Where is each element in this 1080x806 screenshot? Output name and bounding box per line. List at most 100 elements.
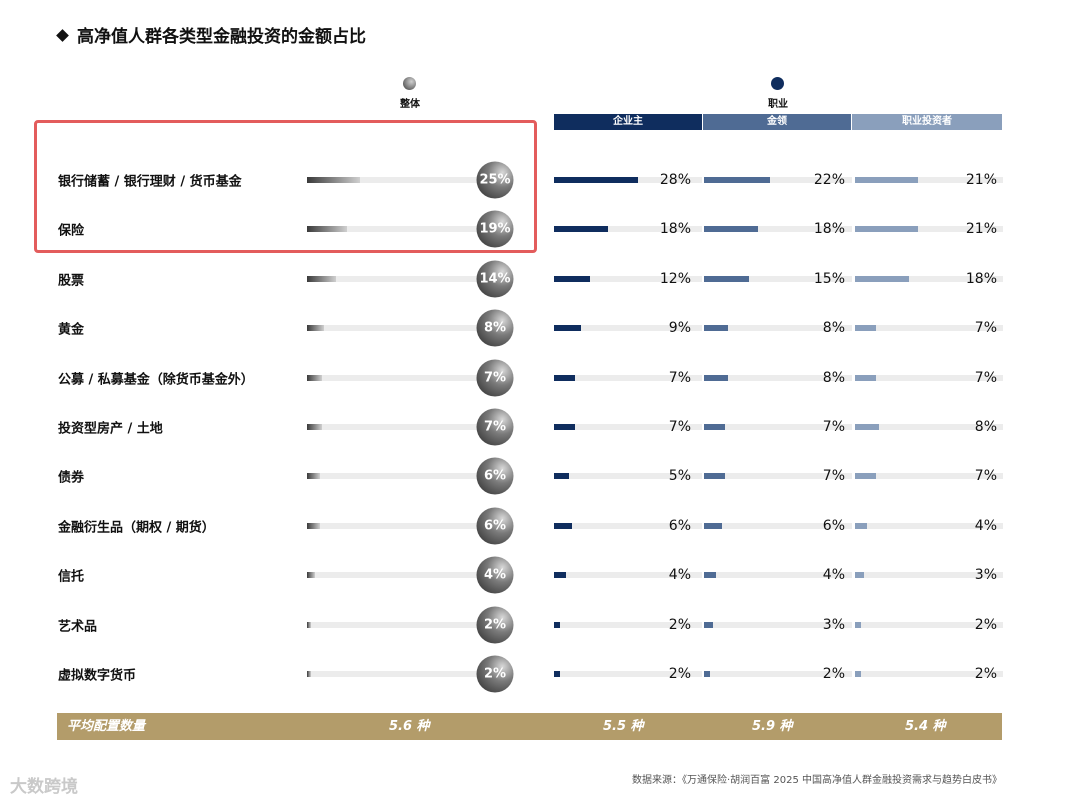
entrepreneur-bar (554, 671, 560, 677)
white-collar-bar (704, 374, 728, 381)
category-label: 股票 (58, 273, 85, 289)
diamond-bullet-icon (56, 29, 69, 42)
overall-legend-dot-icon (403, 77, 416, 90)
overall-track (307, 473, 492, 480)
overall-track (307, 522, 492, 529)
overall-value-circle: 2% (476, 606, 514, 644)
overall-track (307, 374, 492, 381)
entrepreneur-value: 12% (659, 270, 691, 287)
white-collar-value: 7% (822, 468, 845, 485)
category-label: 金融衍生品（期权 / 期货） (58, 520, 215, 536)
average-count-bar: 平均配置数量 5.6 种 5.5 种 5.9 种 5.4 种 (57, 713, 1002, 740)
category-label: 投资型房产 / 土地 (58, 421, 163, 437)
overall-track (307, 572, 492, 579)
investor-bar (855, 473, 876, 480)
overall-bar (307, 275, 337, 282)
investor-value: 7% (974, 320, 997, 337)
entrepreneur-bar (554, 621, 560, 628)
investor-bar (855, 424, 879, 430)
overall-value-circle: 14% (476, 260, 514, 298)
occupation-legend-label: 职业 (768, 99, 788, 110)
white-collar-value: 6% (822, 517, 845, 534)
white-collar-value: 4% (822, 567, 845, 584)
investor-value: 21% (965, 221, 997, 238)
white-collar-bar (704, 325, 728, 332)
investor-value: 7% (974, 369, 997, 386)
overall-track (307, 325, 492, 332)
investor-value: 2% (974, 616, 997, 633)
white-collar-value: 3% (822, 616, 845, 633)
header-entrepreneur: 企业主 (554, 114, 702, 130)
category-label: 黄金 (58, 322, 85, 338)
entrepreneur-bar (554, 374, 575, 381)
entrepreneur-bar (554, 177, 638, 183)
overall-bar (307, 671, 312, 677)
investor-value: 7% (974, 468, 997, 485)
white-collar-value: 2% (822, 666, 845, 682)
average-count-white-collar: 5.9 种 (752, 719, 793, 734)
white-collar-value: 8% (822, 320, 845, 337)
white-collar-bar (704, 671, 710, 677)
white-collar-value: 7% (822, 419, 845, 435)
investor-bar (855, 572, 864, 579)
entrepreneur-value: 2% (668, 616, 691, 633)
investor-bar (855, 374, 876, 381)
overall-value-circle: 4% (476, 556, 514, 594)
average-count-label: 平均配置数量 (67, 719, 146, 734)
header-professional-investor: 职业投资者 (852, 114, 1002, 130)
overall-bar (307, 572, 316, 579)
overall-bar (307, 473, 320, 480)
chart-title: 高净值人群各类型金融投资的金额占比 (56, 22, 366, 47)
category-label: 公募 / 私募基金（除货币基金外） (58, 372, 254, 388)
entrepreneur-value: 18% (659, 221, 691, 238)
entrepreneur-value: 2% (668, 666, 691, 682)
chart-title-text: 高净值人群各类型金融投资的金额占比 (77, 27, 366, 47)
entrepreneur-bar (554, 424, 575, 430)
highlight-box (34, 120, 537, 253)
investor-bar (855, 621, 861, 628)
entrepreneur-bar (554, 226, 608, 233)
data-source-note: 数据来源：《万通保险·胡润百富 2025 中国高净值人群金融投资需求与趋势白皮书… (632, 775, 1002, 786)
white-collar-bar (704, 226, 758, 233)
entrepreneur-value: 6% (668, 517, 691, 534)
overall-value-circle: 6% (476, 507, 514, 545)
white-collar-bar (704, 621, 713, 628)
entrepreneur-value: 28% (659, 172, 691, 188)
average-count-entrepreneur: 5.5 种 (603, 719, 644, 734)
category-label: 信托 (58, 569, 85, 585)
category-label: 债券 (58, 470, 85, 486)
white-collar-value: 22% (813, 172, 845, 188)
white-collar-bar (704, 275, 749, 282)
white-collar-value: 8% (822, 369, 845, 386)
entrepreneur-value: 5% (668, 468, 691, 485)
entrepreneur-bar (554, 325, 581, 332)
overall-bar (307, 374, 322, 381)
white-collar-bar (704, 177, 770, 183)
white-collar-value: 18% (813, 221, 845, 238)
overall-bar (307, 325, 324, 332)
entrepreneur-bar (554, 275, 590, 282)
investor-value: 8% (974, 419, 997, 435)
overall-legend-label: 整体 (400, 99, 420, 110)
investor-bar (855, 275, 909, 282)
investor-bar (855, 226, 918, 233)
overall-bar (307, 424, 322, 430)
overall-track (307, 621, 492, 628)
overall-track (307, 275, 492, 282)
average-count-investor: 5.4 种 (905, 719, 946, 734)
category-label: 虚拟数字货币 (58, 668, 137, 684)
occupation-legend-dot-icon (771, 77, 784, 90)
entrepreneur-value: 4% (668, 567, 691, 584)
investor-bar (855, 177, 918, 183)
overall-value-circle: 7% (476, 408, 514, 446)
investor-value: 2% (974, 666, 997, 682)
header-white-collar: 金领 (703, 114, 851, 130)
white-collar-value: 15% (813, 270, 845, 287)
investor-value: 3% (974, 567, 997, 584)
entrepreneur-value: 7% (668, 369, 691, 386)
entrepreneur-bar (554, 572, 566, 579)
entrepreneur-bar (554, 473, 569, 480)
white-collar-bar (704, 473, 725, 480)
overall-value-circle: 7% (476, 359, 514, 397)
white-collar-bar (704, 522, 722, 529)
